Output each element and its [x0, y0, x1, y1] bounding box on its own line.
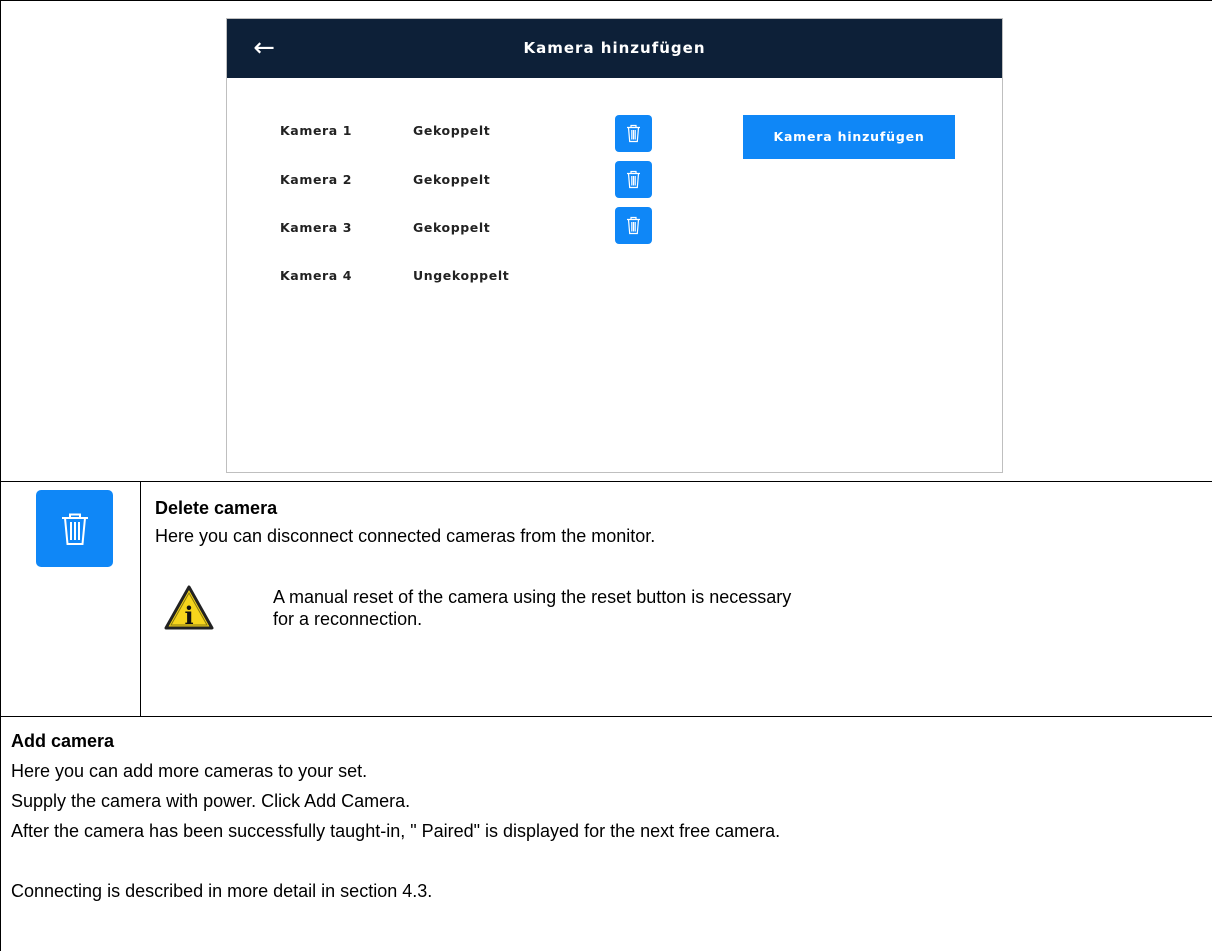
camera-status: Ungekoppelt: [413, 268, 510, 283]
section-heading: Delete camera: [155, 498, 278, 518]
delete-camera-description: Delete camera Here you can disconnect co…: [155, 482, 1203, 547]
camera-row-2: Kamera 2 Gekoppelt: [227, 161, 1002, 198]
info-warning-icon: i: [164, 585, 214, 630]
trash-icon: [627, 170, 640, 189]
trash-icon: [627, 216, 640, 235]
add-camera-row: Add camera Here you can add more cameras…: [1, 717, 1212, 952]
camera-name: Kamera 3: [280, 220, 353, 235]
camera-row-4: Kamera 4 Ungekoppelt: [227, 260, 1002, 292]
camera-name: Kamera 1: [280, 123, 353, 138]
trash-icon: [62, 513, 88, 545]
screen-header: ← Kamera hinzufügen: [227, 19, 1002, 78]
delete-camera-row: Delete camera Here you can disconnect co…: [1, 482, 1212, 717]
screenshot-cell: ← Kamera hinzufügen Kamera 1 Gekoppelt K…: [1, 1, 1212, 482]
icon-cell: [1, 482, 141, 716]
trash-icon: [627, 124, 640, 143]
add-camera-description: Add camera Here you can add more cameras…: [11, 717, 1203, 902]
note-line: A manual reset of the camera using the r…: [273, 587, 792, 607]
camera-row-3: Kamera 3 Gekoppelt: [227, 207, 1002, 244]
camera-name: Kamera 4: [280, 268, 353, 283]
camera-status: Gekoppelt: [413, 220, 491, 235]
section-heading: Add camera: [11, 731, 115, 751]
delete-camera-1-button[interactable]: [615, 115, 652, 152]
camera-status: Gekoppelt: [413, 123, 491, 138]
note-text: A manual reset of the camera using the r…: [273, 586, 973, 630]
svg-text:i: i: [184, 601, 193, 630]
delete-button-illustration: [36, 490, 113, 567]
section-text: Connecting is described in more detail i…: [11, 881, 433, 901]
section-text: Supply the camera with power. Click Add …: [11, 791, 411, 811]
section-text: After the camera has been successfully t…: [11, 821, 781, 841]
section-text: Here you can add more cameras to your se…: [11, 761, 368, 781]
note-line: for a reconnection.: [273, 609, 423, 629]
screen-title: Kamera hinzufügen: [523, 39, 706, 57]
camera-status: Gekoppelt: [413, 172, 491, 187]
add-camera-button[interactable]: Kamera hinzufügen: [743, 115, 955, 159]
camera-name: Kamera 2: [280, 172, 353, 187]
delete-camera-2-button[interactable]: [615, 161, 652, 198]
section-text: Here you can disconnect connected camera…: [155, 526, 656, 546]
document-table: ← Kamera hinzufügen Kamera 1 Gekoppelt K…: [0, 0, 1212, 951]
device-screen: ← Kamera hinzufügen Kamera 1 Gekoppelt K…: [226, 18, 1003, 473]
delete-camera-3-button[interactable]: [615, 207, 652, 244]
